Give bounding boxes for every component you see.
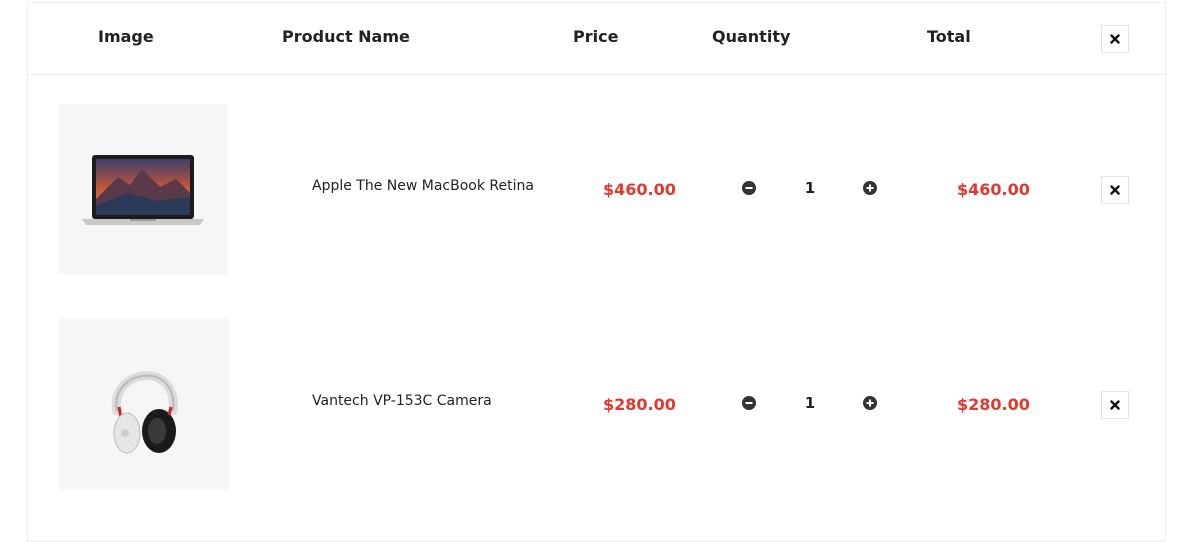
cart-row: Apple The New MacBook Retina $460.00 1 $…	[28, 74, 1165, 289]
product-name-link[interactable]: Apple The New MacBook Retina	[312, 178, 534, 194]
cart-table-header: Image Product Name Price Quantity Total	[28, 3, 1165, 75]
decrease-quantity-button[interactable]	[742, 180, 756, 195]
laptop-image	[82, 155, 204, 225]
increase-quantity-button[interactable]	[863, 180, 877, 195]
minus-circle-icon	[742, 181, 756, 195]
quantity-value[interactable]: 1	[800, 179, 820, 197]
clear-cart-button[interactable]	[1101, 25, 1129, 53]
header-image: Image	[98, 27, 154, 46]
header-quantity: Quantity	[712, 27, 791, 46]
cart-row: Vantech VP-153C Camera $280.00 1 $280.00	[28, 289, 1165, 504]
remove-item-button[interactable]	[1101, 391, 1129, 419]
header-product-name: Product Name	[282, 27, 410, 46]
product-image[interactable]	[59, 319, 229, 489]
minus-circle-icon	[742, 396, 756, 410]
remove-item-button[interactable]	[1101, 176, 1129, 204]
plus-circle-icon	[863, 181, 877, 195]
plus-circle-icon	[863, 396, 877, 410]
headphones-image	[111, 371, 178, 454]
product-price: $460.00	[603, 180, 676, 199]
close-icon	[1110, 400, 1120, 410]
product-image[interactable]	[58, 104, 228, 274]
increase-quantity-button[interactable]	[863, 395, 877, 410]
close-icon	[1110, 34, 1120, 44]
product-total: $280.00	[957, 395, 1030, 414]
cart-table: Image Product Name Price Quantity Total	[27, 2, 1166, 542]
header-price: Price	[573, 27, 619, 46]
product-price: $280.00	[603, 395, 676, 414]
decrease-quantity-button[interactable]	[742, 395, 756, 410]
close-icon	[1110, 185, 1120, 195]
product-total: $460.00	[957, 180, 1030, 199]
header-total: Total	[927, 27, 971, 46]
quantity-value[interactable]: 1	[800, 394, 820, 412]
product-name-link[interactable]: Vantech VP-153C Camera	[312, 393, 492, 409]
